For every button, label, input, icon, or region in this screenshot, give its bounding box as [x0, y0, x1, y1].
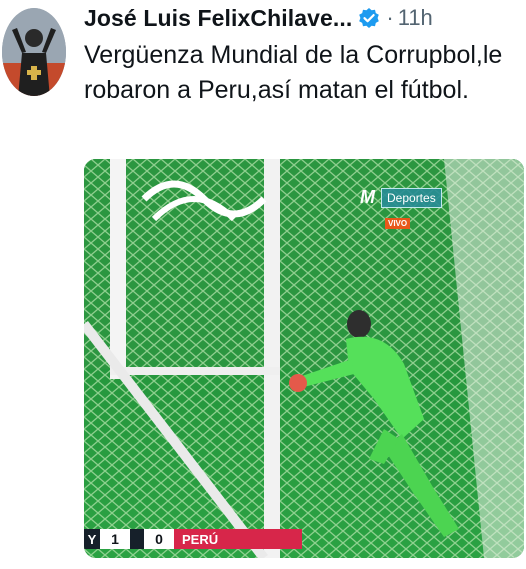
- score-divider: [130, 529, 144, 549]
- left-team-score: 1: [100, 529, 130, 549]
- tweet-header: José Luis FelixChilave... · 11h: [84, 0, 433, 36]
- avatar-image: [2, 8, 66, 96]
- scoreboard: Y 1 0 PERÚ: [84, 529, 302, 549]
- broadcaster-label: Deportes: [381, 187, 442, 208]
- right-team-score: 0: [144, 529, 174, 549]
- tweet-media-image[interactable]: M Deportes VIVO Y 1 0 PERÚ: [84, 159, 524, 558]
- verified-badge-icon: [358, 7, 380, 29]
- left-team-abbrev: Y: [84, 529, 100, 549]
- timestamp[interactable]: 11h: [398, 5, 433, 31]
- broadcaster-mark: M: [360, 187, 375, 207]
- author-name[interactable]: José Luis FelixChilave...: [84, 5, 352, 32]
- broadcaster-logo: M Deportes: [360, 187, 442, 208]
- tweet-text: Vergüenza Mundial de la Corrupbol,le rob…: [84, 41, 510, 104]
- separator-dot: ·: [386, 5, 394, 30]
- live-badge: VIVO: [385, 218, 411, 229]
- avatar[interactable]: [2, 8, 66, 96]
- goal-scene-image: [84, 159, 524, 558]
- right-team-name: PERÚ: [174, 529, 302, 549]
